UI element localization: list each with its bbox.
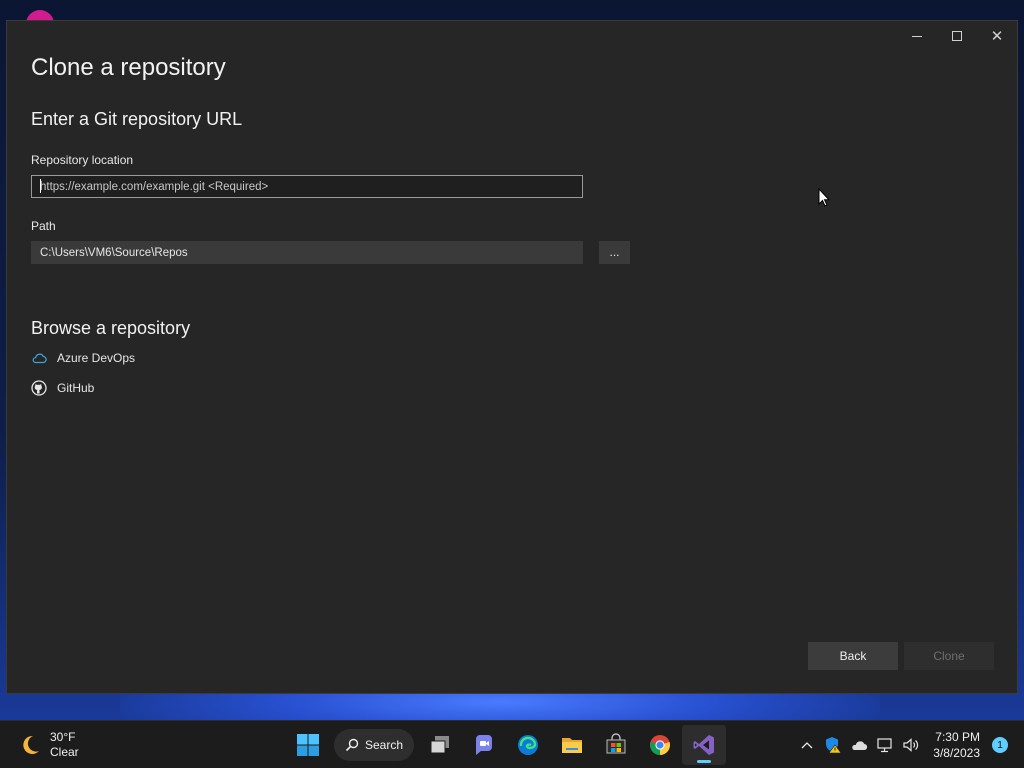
section-heading-browse: Browse a repository (31, 318, 191, 338)
chat-icon (476, 735, 492, 755)
windows-logo-icon (297, 734, 319, 756)
weather-temperature: 30°F (50, 730, 76, 744)
window-controls: ✕ (897, 21, 1017, 51)
network-tray-button[interactable] (875, 735, 895, 755)
system-tray: 7:30 PM 3/8/2023 1 (797, 729, 1008, 761)
mouse-cursor-icon (818, 188, 830, 207)
task-view-button[interactable] (418, 725, 462, 765)
network-icon (877, 738, 892, 753)
visual-studio-icon (693, 735, 714, 755)
chevron-up-icon (801, 742, 813, 749)
provider-label: GitHub (57, 381, 95, 395)
weather-condition: Clear (50, 745, 79, 759)
start-button[interactable] (286, 725, 330, 765)
task-view-icon (430, 736, 449, 754)
microsoft-store-button[interactable] (594, 725, 638, 765)
shield-warning-icon (826, 737, 842, 754)
clock-time: 7:30 PM (935, 730, 980, 744)
provider-azure-devops[interactable]: Azure DevOps (31, 350, 135, 366)
path-label: Path (31, 219, 56, 233)
search-label: Search (364, 738, 404, 752)
chrome-icon (650, 735, 670, 755)
clone-repository-dialog: ✕ Clone a repository Enter a Git reposit… (6, 20, 1018, 694)
volume-tray-button[interactable] (901, 735, 921, 755)
speaker-icon (903, 738, 919, 752)
taskbar: 30°F Clear Search 7:30 PM 3/8/2023 1 (0, 720, 1024, 768)
provider-github[interactable]: GitHub (31, 380, 94, 396)
close-button[interactable]: ✕ (977, 21, 1017, 51)
store-icon (606, 733, 626, 754)
weather-text: 30°F Clear (50, 730, 79, 760)
onedrive-tray-button[interactable] (849, 735, 869, 755)
chrome-button[interactable] (638, 725, 682, 765)
security-tray-button[interactable] (823, 735, 843, 755)
provider-label: Azure DevOps (57, 351, 136, 365)
file-explorer-button[interactable] (550, 725, 594, 765)
taskbar-apps: Search (286, 725, 726, 765)
teams-chat-button[interactable] (462, 725, 506, 765)
minimize-button[interactable] (897, 21, 937, 51)
taskbar-search-button[interactable]: Search (334, 729, 414, 761)
repository-url-input[interactable] (31, 175, 583, 198)
notification-badge[interactable]: 1 (992, 737, 1008, 753)
edge-button[interactable] (506, 725, 550, 765)
weather-widget[interactable]: 30°F Clear (18, 730, 79, 760)
clock-date: 3/8/2023 (933, 746, 980, 760)
text-caret (40, 179, 41, 193)
close-icon: ✕ (990, 26, 1004, 45)
dialog-title: Clone a repository (31, 54, 226, 81)
path-input[interactable] (31, 241, 583, 264)
back-button[interactable]: Back (808, 642, 898, 670)
clone-button[interactable]: Clone (904, 642, 994, 670)
minimize-icon (912, 35, 922, 37)
repository-location-label: Repository location (31, 153, 134, 167)
cloud-icon (32, 353, 47, 364)
section-heading-git-url: Enter a Git repository URL (31, 109, 243, 129)
moon-icon (23, 735, 39, 754)
folder-icon (562, 738, 582, 753)
edge-icon (518, 735, 538, 755)
maximize-button[interactable] (937, 21, 977, 51)
visual-studio-button[interactable] (682, 725, 726, 765)
github-icon (31, 380, 47, 396)
maximize-icon (952, 31, 962, 41)
search-icon (345, 738, 359, 752)
browse-folder-button[interactable]: ... (599, 241, 630, 264)
onedrive-cloud-icon (852, 741, 868, 751)
taskbar-clock[interactable]: 7:30 PM 3/8/2023 (933, 729, 980, 761)
show-hidden-icons-button[interactable] (797, 735, 817, 755)
